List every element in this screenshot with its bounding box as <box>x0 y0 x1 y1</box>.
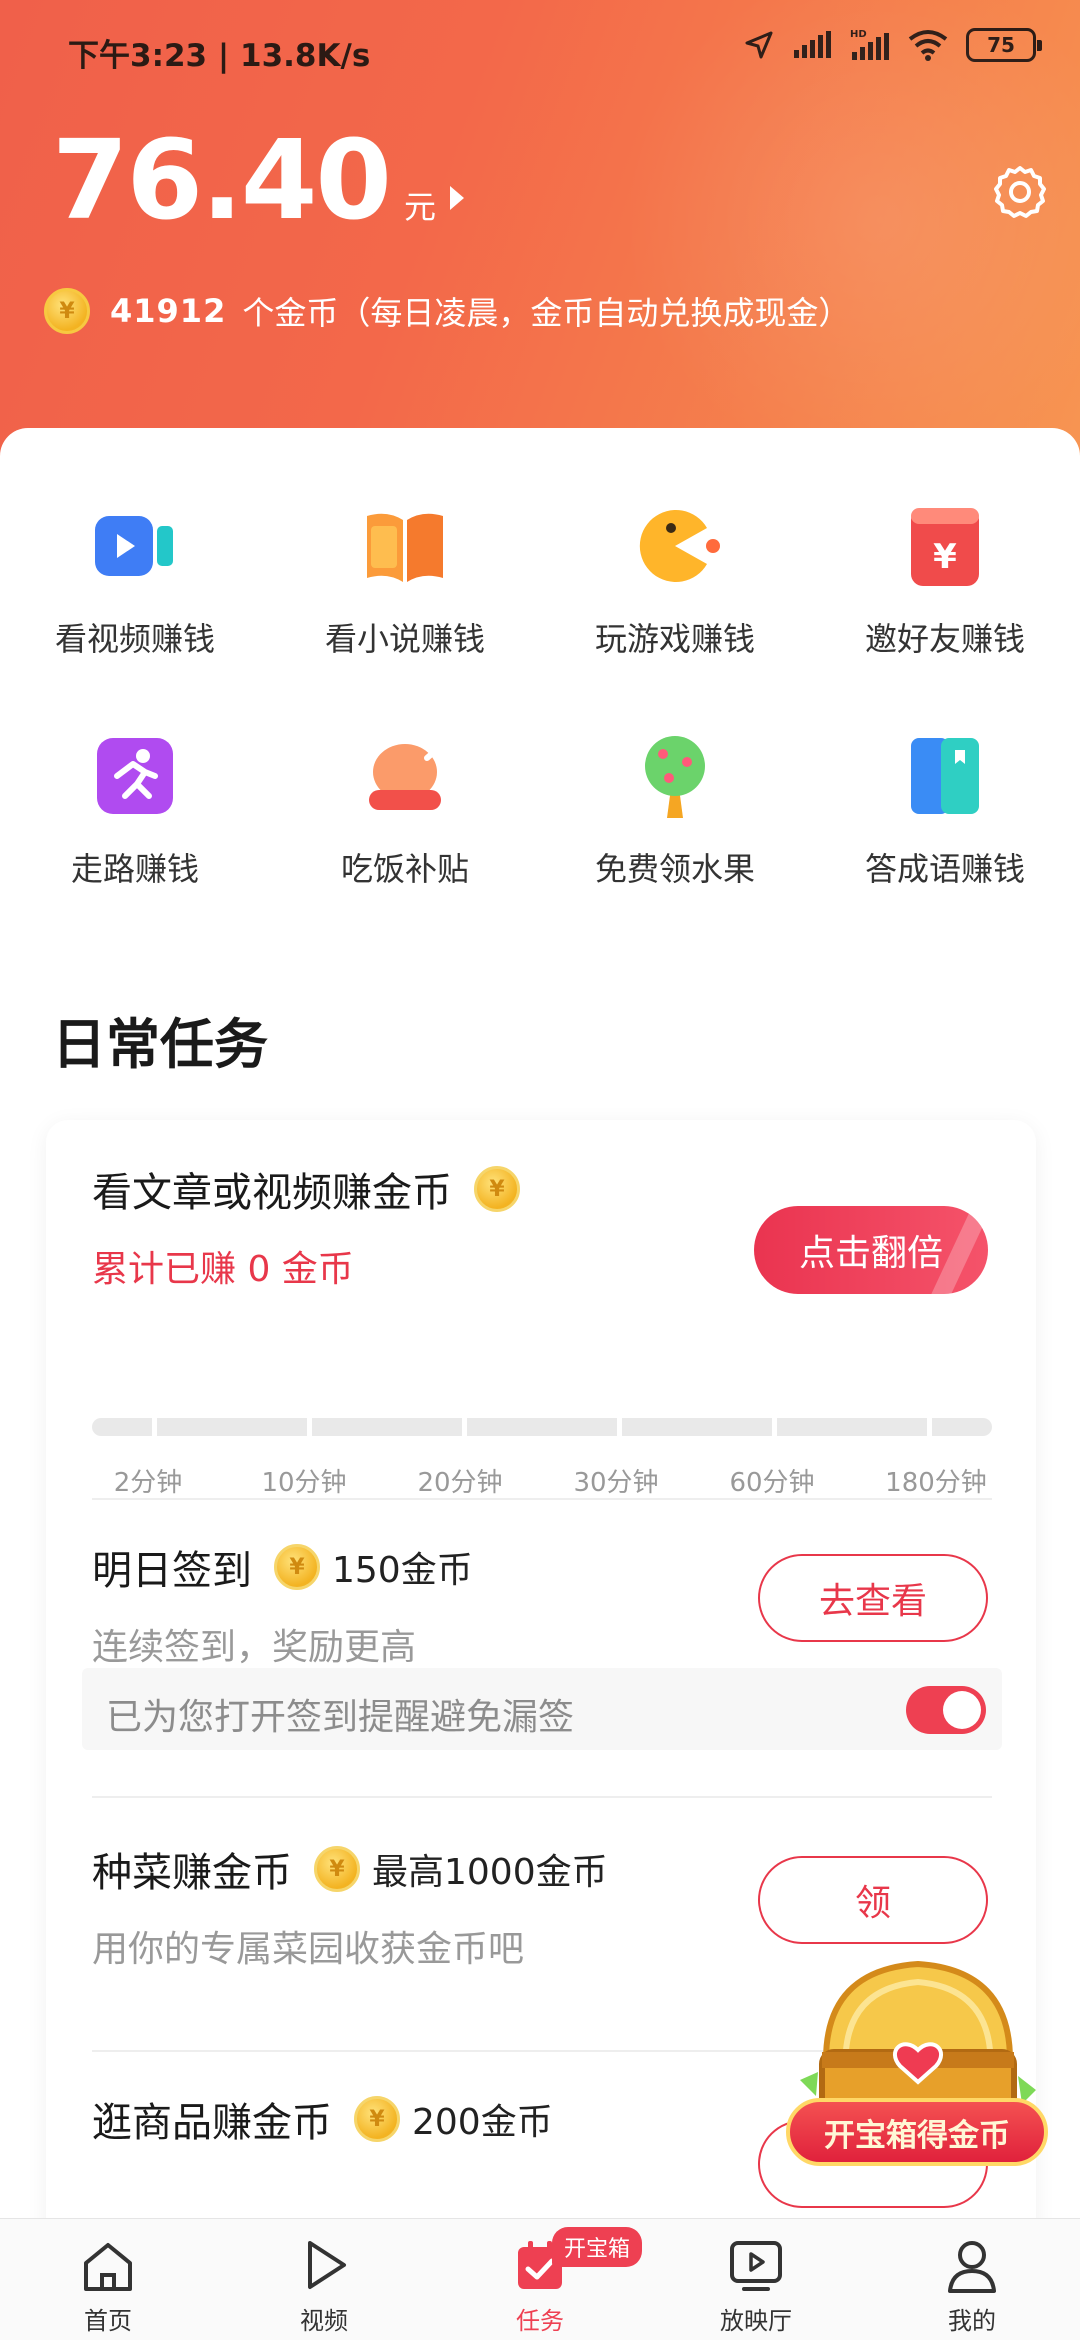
grid-label: 邀好友赚钱 <box>864 620 1025 658</box>
milestone-label: 60分钟 <box>729 1468 815 1498</box>
grid-item-game[interactable]: 玩游戏赚钱 <box>540 498 810 660</box>
task-reward: 150金币 <box>332 1550 473 1591</box>
milestone-label: 30分钟 <box>573 1468 659 1498</box>
task-title: 逛商品赚金币 <box>92 2100 332 2146</box>
running-icon <box>97 738 173 814</box>
reminder-text: 已为您打开签到提醒避免漏签 <box>106 1697 575 1738</box>
coins-count: 41912 <box>110 292 227 330</box>
milestone-label: 20分钟 <box>417 1468 503 1498</box>
grid-label: 玩游戏赚钱 <box>594 620 755 658</box>
header: 下午3:23 | 13.8K/s HD 75 76.40 元 ¥ 41912 个… <box>0 0 1080 480</box>
task-title: 看文章或视频赚金币 <box>92 1170 452 1216</box>
grid-label: 吃饭补贴 <box>340 850 469 888</box>
nav-item-theater[interactable]: 放映厅 <box>686 2233 826 2336</box>
grid-item-novel[interactable]: 看小说赚钱 <box>270 498 540 660</box>
task-title: 明日签到 <box>92 1548 252 1594</box>
gold-coin-icon: ¥ <box>274 1544 320 1590</box>
nav-item-home[interactable]: 首页 <box>38 2233 178 2336</box>
chicken-leg-icon <box>369 737 450 810</box>
grid-item-fruit[interactable]: 免费领水果 <box>540 728 810 890</box>
open-chest-label[interactable]: 开宝箱得金币 <box>786 2098 1048 2166</box>
grid-item-video[interactable]: 看视频赚钱 <box>0 498 270 660</box>
signal-hd-icon: HD <box>850 29 889 60</box>
claim-garden-button[interactable]: 领 <box>758 1856 988 1944</box>
theater-icon <box>730 2241 782 2291</box>
section-title: 日常任务 <box>52 1013 268 1076</box>
nav-item-profile[interactable]: 我的 <box>902 2233 1042 2336</box>
game-icon <box>639 510 720 582</box>
grid-label: 答成语赚钱 <box>864 850 1025 888</box>
grid-label: 看视频赚钱 <box>54 620 215 658</box>
battery-indicator: 75 <box>966 28 1042 62</box>
svg-text:¥: ¥ <box>933 537 957 577</box>
divider <box>92 1796 992 1798</box>
nav-label: 放映厅 <box>720 2307 792 2335</box>
balance[interactable]: 76.40 元 <box>52 125 464 235</box>
nav-label: 视频 <box>300 2307 348 2335</box>
grid-item-invite[interactable]: ¥ 邀好友赚钱 <box>810 498 1080 660</box>
coins-description: 个金币（每日凌晨，金币自动兑换成现金） <box>242 294 851 332</box>
red-envelope-icon: ¥ <box>911 508 979 586</box>
gear-icon[interactable] <box>990 162 1050 222</box>
balance-amount: 76.40 <box>52 116 392 244</box>
bottom-nav: 首页 视频 任务 开宝箱 放映厅 我的 <box>0 2218 1080 2340</box>
home-icon <box>84 2243 132 2291</box>
status-bar: 下午3:23 | 13.8K/s HD 75 <box>0 0 1080 100</box>
profile-icon <box>948 2241 996 2293</box>
status-icons: HD 75 <box>744 28 1042 62</box>
task-reward: 最高1000金币 <box>372 1852 608 1893</box>
nav-label: 首页 <box>84 2307 132 2335</box>
grid-label: 免费领水果 <box>594 850 755 888</box>
nav-badge: 开宝箱 <box>552 2227 643 2267</box>
gold-coin-icon: ¥ <box>354 2096 400 2142</box>
grid-item-meal[interactable]: 吃饭补贴 <box>270 728 540 890</box>
coins-line: ¥ 41912 个金币（每日凌晨，金币自动兑换成现金） <box>44 288 850 334</box>
milestone-label: 10分钟 <box>261 1468 347 1498</box>
arrow-right-icon <box>449 186 464 210</box>
milestone-label: 2分钟 <box>113 1468 183 1498</box>
signal-icon <box>794 31 831 58</box>
divider <box>92 1498 992 1500</box>
watch-progress-bar <box>92 1418 992 1436</box>
play-icon <box>308 2241 346 2289</box>
nav-item-task[interactable]: 任务 开宝箱 <box>470 2227 643 2336</box>
nav-label: 任务 <box>516 2307 564 2335</box>
checkin-reminder: 已为您打开签到提醒避免漏签 <box>82 1668 1002 1750</box>
double-reward-button[interactable]: 点击翻倍 <box>754 1206 988 1294</box>
task-reward: 200金币 <box>412 2102 553 2143</box>
card-icon <box>911 738 979 814</box>
reminder-toggle[interactable] <box>906 1686 986 1734</box>
gold-coin-icon: ¥ <box>474 1166 520 1212</box>
book-icon <box>367 513 443 582</box>
grid-item-walk[interactable]: 走路赚钱 <box>0 728 270 890</box>
milestone-label: 180分钟 <box>885 1468 987 1498</box>
status-time: 下午3:23 | 13.8K/s <box>68 38 371 74</box>
grid-label: 走路赚钱 <box>70 850 199 888</box>
grid-label: 看小说赚钱 <box>324 620 485 658</box>
task-title: 种菜赚金币 <box>92 1850 292 1896</box>
nav-label: 我的 <box>948 2307 996 2335</box>
wifi-icon <box>908 30 948 61</box>
view-checkin-button[interactable]: 去查看 <box>758 1554 988 1642</box>
fruit-tree-icon <box>645 736 705 818</box>
nav-item-video[interactable]: 视频 <box>254 2233 394 2336</box>
svg-text:HD: HD <box>850 29 867 40</box>
gold-coin-icon: ¥ <box>44 288 90 334</box>
balance-unit: 元 <box>403 188 436 226</box>
gold-coin-icon: ¥ <box>314 1846 360 1892</box>
grid-item-idiom[interactable]: 答成语赚钱 <box>810 728 1080 890</box>
location-icon <box>745 31 773 59</box>
video-icon <box>95 516 173 576</box>
